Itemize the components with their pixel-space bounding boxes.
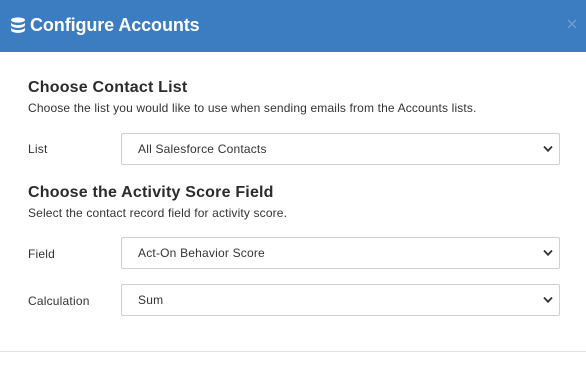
footer-divider [0,351,586,352]
chevron-down-icon [543,296,553,304]
activity-score-description: Select the contact record field for acti… [28,206,288,220]
contact-list-description: Choose the list you would like to use wh… [28,101,477,115]
chevron-down-icon [543,145,553,153]
calculation-label: Calculation [28,294,90,308]
contact-list-title: Choose Contact List [28,79,188,96]
close-button[interactable]: × [562,14,582,34]
database-icon [11,17,25,33]
modal-header: Configure Accounts × [0,0,586,52]
list-select[interactable]: All Salesforce Contacts [121,133,560,165]
field-select-value: Act-On Behavior Score [138,246,265,260]
field-select[interactable]: Act-On Behavior Score [121,237,560,269]
calculation-select-value: Sum [138,293,164,307]
chevron-down-icon [543,249,553,257]
modal-title: Configure Accounts [30,15,200,35]
list-select-value: All Salesforce Contacts [138,142,267,156]
list-label: List [28,142,48,156]
field-label: Field [28,247,56,261]
calculation-select[interactable]: Sum [121,284,560,316]
activity-score-title: Choose the Activity Score Field [28,184,274,201]
